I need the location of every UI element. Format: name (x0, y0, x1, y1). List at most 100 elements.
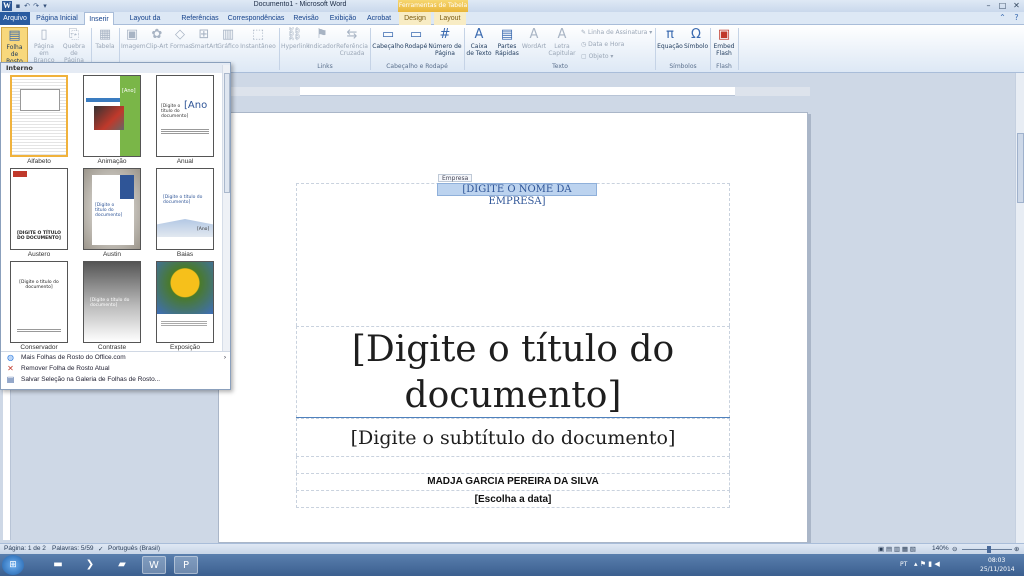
tab-inserir[interactable]: Inserir (84, 12, 114, 25)
tab-acrobat[interactable]: Acrobat (364, 12, 394, 25)
indicador-button[interactable]: ⚑ Indicador (308, 27, 336, 50)
minimize-button[interactable]: – (982, 1, 995, 11)
zoom-slider-handle[interactable] (987, 546, 991, 553)
numero-de-pagina-button[interactable]: # Número de Página (428, 27, 462, 57)
scroll-thumb[interactable] (1017, 133, 1024, 203)
cover-label: Alfabeto (27, 158, 51, 165)
document-subtitle-field[interactable]: [Digite o subtítulo do documento] (296, 426, 730, 450)
company-name-field[interactable]: [DIGITE O NOME DA EMPRESA] (437, 183, 597, 207)
save-selection-menu-item[interactable]: ▤ Salvar Seleção na Galeria de Folhas de… (1, 374, 230, 385)
simbolo-button[interactable]: Ω Símbolo (684, 27, 708, 50)
gallery-scroll-thumb[interactable] (224, 73, 230, 193)
footer-icon: ▭ (409, 27, 423, 42)
objeto-button[interactable]: ▢ Objeto ▾ (581, 53, 613, 60)
caixa-de-texto-button[interactable]: A Caixa de Texto (466, 27, 492, 57)
gallery-scrollbar[interactable] (222, 65, 230, 352)
rodape-button[interactable]: ▭ Rodapé (404, 27, 428, 50)
tab-revisao[interactable]: Revisão (290, 12, 322, 25)
tab-correspondencias[interactable]: Correspondências (227, 12, 285, 25)
cabecalho-button[interactable]: ▭ Cabeçalho (372, 27, 404, 50)
word-count[interactable]: Palavras: 5/59 (52, 545, 94, 552)
equacao-button[interactable]: π Equação (657, 27, 683, 50)
folha-de-rosto-button[interactable]: ▤ Folha de Rosto (1, 27, 28, 65)
cover-animacao[interactable]: [Ano] Animação (82, 75, 142, 165)
referencia-cruzada-button[interactable]: ⇆ Referência Cruzada (336, 27, 368, 57)
more-covers-menu-item[interactable]: ◍ Mais Folhas de Rosto do Office.com › (1, 352, 230, 363)
tray-icons[interactable]: ▴ ⚑ ▮ ◀ (914, 560, 940, 568)
wordart-button[interactable]: A WordArt (521, 27, 547, 50)
table-icon: ▦ (98, 27, 112, 42)
document-title-field[interactable]: [Digite o título do documento] (296, 327, 730, 419)
tab-pagina-inicial[interactable]: Página Inicial (34, 12, 80, 25)
linha-de-assinatura-button[interactable]: ✎ Linha de Assinatura ▾ (581, 29, 652, 36)
maximize-button[interactable]: □ (996, 1, 1009, 11)
hyperlink-button[interactable]: ⛓ Hyperlink (281, 27, 310, 50)
clip-art-icon: ✿ (151, 27, 163, 42)
taskbar-folder-icon[interactable]: ▰ (110, 556, 134, 574)
drop-cap-icon: A (557, 27, 567, 42)
instantaneo-button[interactable]: ⬚ Instantâneo (240, 27, 276, 50)
quebra-de-pagina-button[interactable]: ⎘ Quebra de Página (60, 27, 88, 64)
start-button[interactable]: ⊞ (2, 555, 24, 575)
page-count[interactable]: Página: 1 de 2 (4, 545, 46, 552)
globe-icon: ◍ (7, 353, 14, 362)
tab-layout[interactable]: Layout (434, 12, 466, 25)
pagina-em-branco-button[interactable]: ▯ Página em Branco (30, 27, 58, 64)
cover-anual[interactable]: [Digite o título do documento] [Ano Anua… (155, 75, 215, 165)
data-e-hora-label: Data e Hora (588, 41, 625, 48)
tab-arquivo[interactable]: Arquivo (0, 12, 30, 25)
view-buttons[interactable]: ▣ ▤ ▥ ▦ ▧ (878, 545, 916, 553)
horizontal-ruler[interactable] (230, 87, 810, 96)
partes-rapidas-button[interactable]: ▤ Partes Rápidas (493, 27, 521, 57)
data-e-hora-button[interactable]: ◷ Data e Hora (581, 41, 624, 48)
zoom-level[interactable]: 140% (932, 545, 949, 552)
cover-conservador[interactable]: [Digite o título do documento] Conservad… (9, 261, 69, 351)
title-bar: W ▪ ↶ ↷ ▾ Documento1 - Microsoft Word Fe… (0, 0, 1024, 12)
spellcheck-icon[interactable]: ✓ (98, 545, 103, 553)
ruler-margin-right (735, 87, 810, 96)
language-indicator[interactable]: Português (Brasil) (108, 545, 160, 552)
cover-thumbnail: [Digite o título do documento] (10, 261, 68, 343)
cover-austin[interactable]: [Digite o título do documento] Austin (82, 168, 142, 258)
smartart-button[interactable]: ⊞ SmartArt (191, 27, 218, 50)
tab-referencias[interactable]: Referências (177, 12, 223, 25)
imagem-label: Imagem (121, 43, 146, 50)
cover-contraste[interactable]: [Digite o título do documento] Contraste (82, 261, 142, 351)
minimize-ribbon-icon[interactable]: ⌃ (996, 13, 1009, 23)
taskbar-powerpoint-icon[interactable]: P (174, 556, 198, 574)
tab-exibicao[interactable]: Exibição (326, 12, 360, 25)
clip-art-button[interactable]: ✿ Clip-Art (145, 27, 169, 50)
taskbar-powershell-icon[interactable]: ❯ (78, 556, 102, 574)
tab-layout-da-pagina[interactable]: Layout da Página (118, 12, 172, 35)
help-icon[interactable]: ? (1010, 13, 1023, 23)
taskbar: ⊞ ▬ ❯ ▰ W P PT ▴ ⚑ ▮ ◀ 08:03 25/11/2014 (0, 554, 1024, 576)
language-tray[interactable]: PT (900, 561, 907, 568)
vertical-scrollbar[interactable] (1015, 73, 1024, 543)
cover-baias[interactable]: [Digite o título do documento] [Ano] Bai… (155, 168, 215, 258)
cover-exposicao[interactable]: Exposição (155, 261, 215, 351)
imagem-button[interactable]: ▣ Imagem (121, 27, 146, 50)
close-button[interactable]: ✕ (1010, 1, 1023, 11)
zoom-in-icon[interactable]: ⊕ (1014, 545, 1019, 553)
cover-label: Contraste (97, 344, 127, 351)
clock-date[interactable]: 25/11/2014 (980, 566, 1015, 573)
date-field[interactable]: [Escolha a data] (296, 494, 730, 505)
header-icon: ▭ (381, 27, 395, 42)
cover-alfabeto[interactable]: Alfabeto (9, 75, 69, 165)
taskbar-computer-icon[interactable]: ▬ (46, 556, 70, 574)
tabela-label: Tabela (95, 43, 115, 50)
embed-flash-button[interactable]: ▣ Embed Flash (712, 27, 736, 57)
formas-button[interactable]: ◇ Formas (170, 27, 192, 50)
letra-capitular-button[interactable]: A Letra Capitular (547, 27, 577, 57)
zoom-out-icon[interactable]: ⊖ (952, 545, 957, 553)
thumb-title: [Digite o título do documento] (95, 203, 123, 218)
clock-time[interactable]: 08:03 (988, 557, 1005, 564)
grafico-button[interactable]: ▥ Gráfico (217, 27, 239, 50)
content-control-tag[interactable]: Empresa (438, 174, 473, 182)
cover-austero[interactable]: [DIGITE O TÍTULO DO DOCUMENTO] Austero (9, 168, 69, 258)
author-field[interactable]: MADJA GARCIA PEREIRA DA SILVA (296, 476, 730, 487)
taskbar-word-icon[interactable]: W (142, 556, 166, 574)
tab-design[interactable]: Design (399, 12, 431, 25)
tabela-button[interactable]: ▦ Tabela (93, 27, 117, 50)
remove-cover-menu-item[interactable]: ✕ Remover Folha de Rosto Atual (1, 363, 230, 374)
